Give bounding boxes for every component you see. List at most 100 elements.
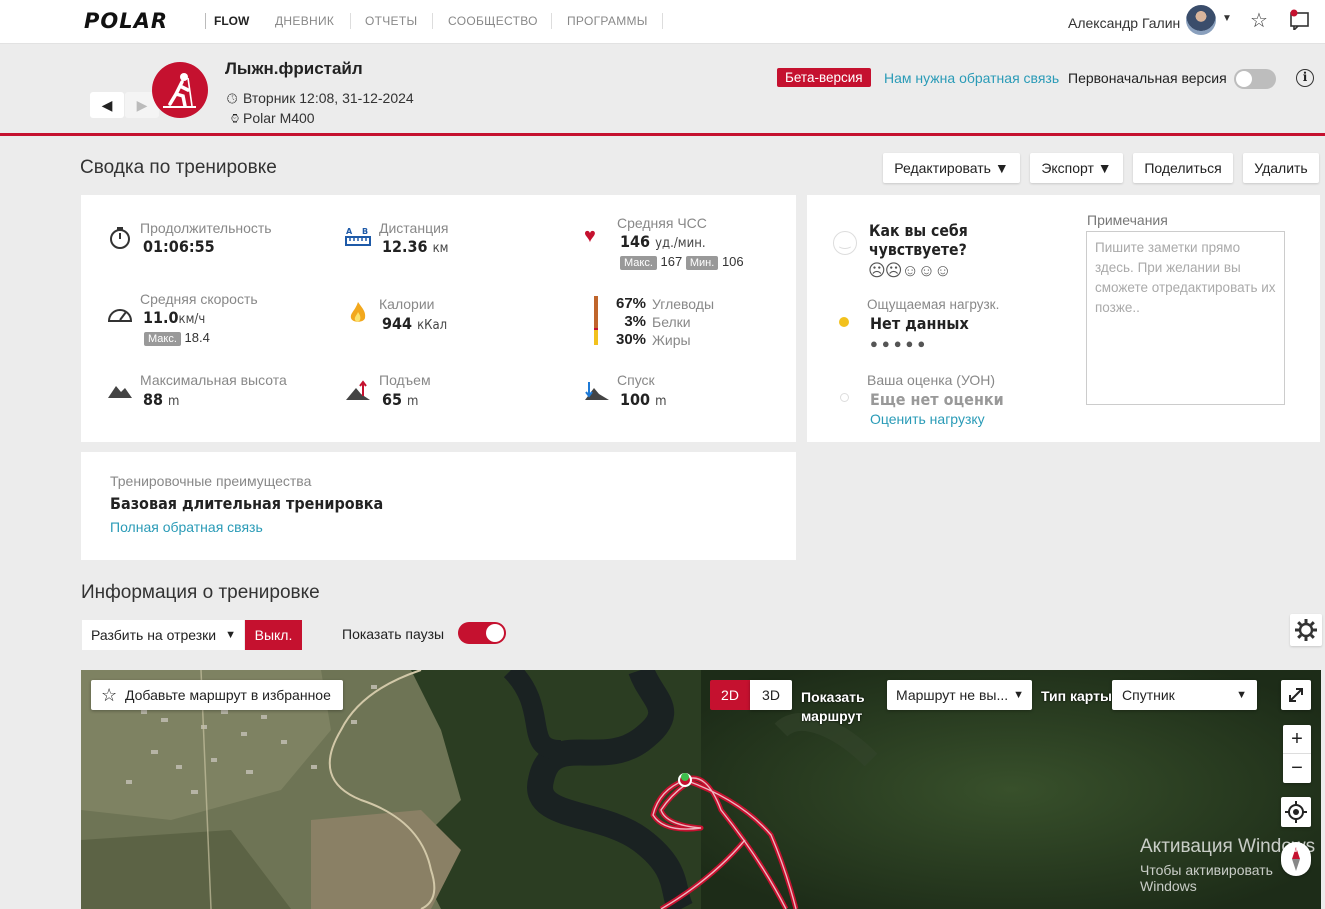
rpe-dot (840, 393, 849, 402)
nav-divider (350, 13, 351, 29)
chevron-down-icon[interactable]: ▼ (1222, 13, 1232, 24)
max-altitude-label: Максимальная высота (140, 372, 287, 388)
svg-text:A: A (346, 227, 353, 236)
fullscreen-icon[interactable] (1281, 680, 1311, 710)
heart-rate-value: 146 уд./мин. (620, 232, 706, 251)
map-3d-button[interactable]: 3D (750, 680, 792, 710)
neutral-face-icon: ‿ (833, 231, 857, 255)
split-off-button[interactable]: Выкл. (245, 620, 302, 650)
zoom-in-button[interactable]: + (1283, 725, 1311, 754)
star-icon[interactable]: ☆ (1250, 8, 1268, 33)
avg-speed-value: 11.0км/ч (143, 308, 206, 327)
perceived-load-dots: ●●●●● (870, 336, 930, 351)
heart-icon: ♥ (584, 225, 596, 247)
edit-button[interactable]: Редактировать ▼ (883, 153, 1020, 183)
delete-button[interactable]: Удалить (1243, 153, 1319, 183)
macro-bar-carbs (594, 296, 598, 328)
notes-label: Примечания (1087, 212, 1168, 228)
show-pauses-toggle[interactable] (458, 622, 506, 644)
fat-label: Жиры (652, 332, 691, 348)
benefit-value: Базовая длительная тренировка (110, 494, 384, 513)
calories-label: Калории (379, 296, 435, 312)
carbs-percent: 67% (616, 295, 647, 312)
perceived-load-label: Ощущаемая нагрузк. (867, 297, 1000, 312)
polar-logo[interactable]: POLAR (84, 9, 168, 33)
clock-icon: 🕓︎ (227, 91, 238, 106)
descent-icon (585, 382, 609, 400)
map-type-select[interactable]: Спутник ▼ (1112, 680, 1257, 710)
route-select[interactable]: Маршрут не вы... ▼ (887, 680, 1032, 710)
map-type-label: Тип карты (1041, 688, 1112, 704)
distance-label: Дистанция (379, 220, 449, 236)
ascent-icon (346, 380, 370, 400)
macro-bar-fat (594, 330, 598, 345)
rate-load-link[interactable]: Оценить нагрузку (870, 411, 985, 427)
descent-label: Спуск (617, 372, 655, 388)
zoom-out-button[interactable]: − (1283, 754, 1311, 783)
feedback-link[interactable]: Нам нужна обратная связь (884, 70, 1059, 86)
mountain-icon (108, 386, 132, 398)
distance-icon: AB (345, 227, 371, 246)
nav-divider (662, 13, 663, 29)
duration-value: 01:06:55 (143, 237, 215, 256)
protein-percent: 3% (624, 313, 646, 330)
avg-speed-label: Средняя скорость (140, 291, 258, 307)
top-navigation-bar: POLAR FLOW ДНЕВНИК ОТЧЕТЫ СООБЩЕСТВО ПРО… (0, 0, 1325, 44)
speedometer-icon (107, 309, 133, 322)
skiing-sport-icon (152, 62, 208, 118)
avatar[interactable] (1186, 5, 1216, 35)
windows-activation-watermark: Активация Windows (1140, 836, 1316, 857)
distance-value: 12.36 км (382, 237, 449, 256)
benefit-label: Тренировочные преимущества (110, 473, 312, 489)
duration-label: Продолжительность (140, 220, 272, 236)
perceived-load-value: Нет данных (870, 314, 969, 333)
full-feedback-link[interactable]: Полная обратная связь (110, 519, 263, 535)
windows-activation-subtext: Чтобы активировать Windows (1140, 862, 1273, 894)
carbs-label: Углеводы (652, 296, 715, 312)
nav-reports[interactable]: ОТЧЕТЫ (365, 13, 417, 29)
add-favorite-route-button[interactable]: ☆ Добавьте маршрут в избранное (91, 680, 343, 710)
rpe-value: Еще нет оценки (870, 390, 1004, 409)
flame-icon (350, 302, 366, 322)
svg-text:B: B (362, 227, 368, 236)
fat-percent: 30% (616, 331, 647, 348)
previous-training-button[interactable]: ◀ (90, 92, 124, 118)
notes-textarea[interactable]: Пишите заметки прямо здесь. При желании … (1086, 231, 1285, 405)
show-route-label: Показать маршрут (801, 689, 865, 724)
notifications-icon[interactable] (1289, 8, 1311, 30)
heart-rate-label: Средняя ЧСС (617, 215, 707, 231)
export-button[interactable]: Экспорт ▼ (1030, 153, 1123, 183)
max-altitude-value: 88 m (143, 390, 180, 409)
ascent-value: 65 m (382, 390, 419, 409)
nav-diary[interactable]: ДНЕВНИК (275, 13, 334, 29)
watch-icon: ⌚︎ (229, 112, 242, 126)
stopwatch-icon (110, 227, 130, 249)
nav-community[interactable]: СООБЩЕСТВО (448, 13, 538, 29)
user-name[interactable]: Александр Галин (1068, 15, 1180, 31)
ascent-label: Подъем (379, 372, 431, 388)
flow-label[interactable]: FLOW (205, 13, 249, 29)
summary-title: Сводка по тренировке (80, 157, 277, 178)
nav-divider (432, 13, 433, 29)
training-datetime: Вторник 12:08, 31-12-2024 (243, 90, 414, 106)
zoom-controls: + − (1283, 725, 1311, 783)
feeling-faces-rating[interactable]: ☹☹☺☺☺ (868, 261, 952, 281)
protein-label: Белки (652, 314, 691, 330)
max-speed: Макс. 18.4 (144, 330, 210, 346)
beta-badge: Бета-версия (777, 68, 871, 87)
locate-icon[interactable] (1281, 797, 1311, 827)
descent-value: 100 m (620, 390, 667, 409)
perceived-load-dot (839, 317, 849, 327)
rpe-label: Ваша оценка (УОН) (867, 372, 996, 388)
split-select[interactable]: Разбить на отрезки ▼ (82, 620, 244, 650)
original-version-label: Первоначальная версия (1068, 70, 1227, 86)
heart-rate-range: Макс. 167 Мин. 106 (620, 254, 744, 270)
nav-programs[interactable]: ПРОГРАММЫ (567, 13, 648, 29)
share-button[interactable]: Поделиться (1133, 153, 1233, 183)
settings-gear-icon[interactable] (1290, 614, 1322, 646)
original-version-toggle[interactable] (1234, 69, 1276, 89)
info-icon[interactable]: i (1296, 69, 1314, 87)
star-icon: ☆ (101, 685, 118, 705)
map-2d-button[interactable]: 2D (710, 680, 750, 710)
training-device: Polar M400 (243, 110, 315, 126)
